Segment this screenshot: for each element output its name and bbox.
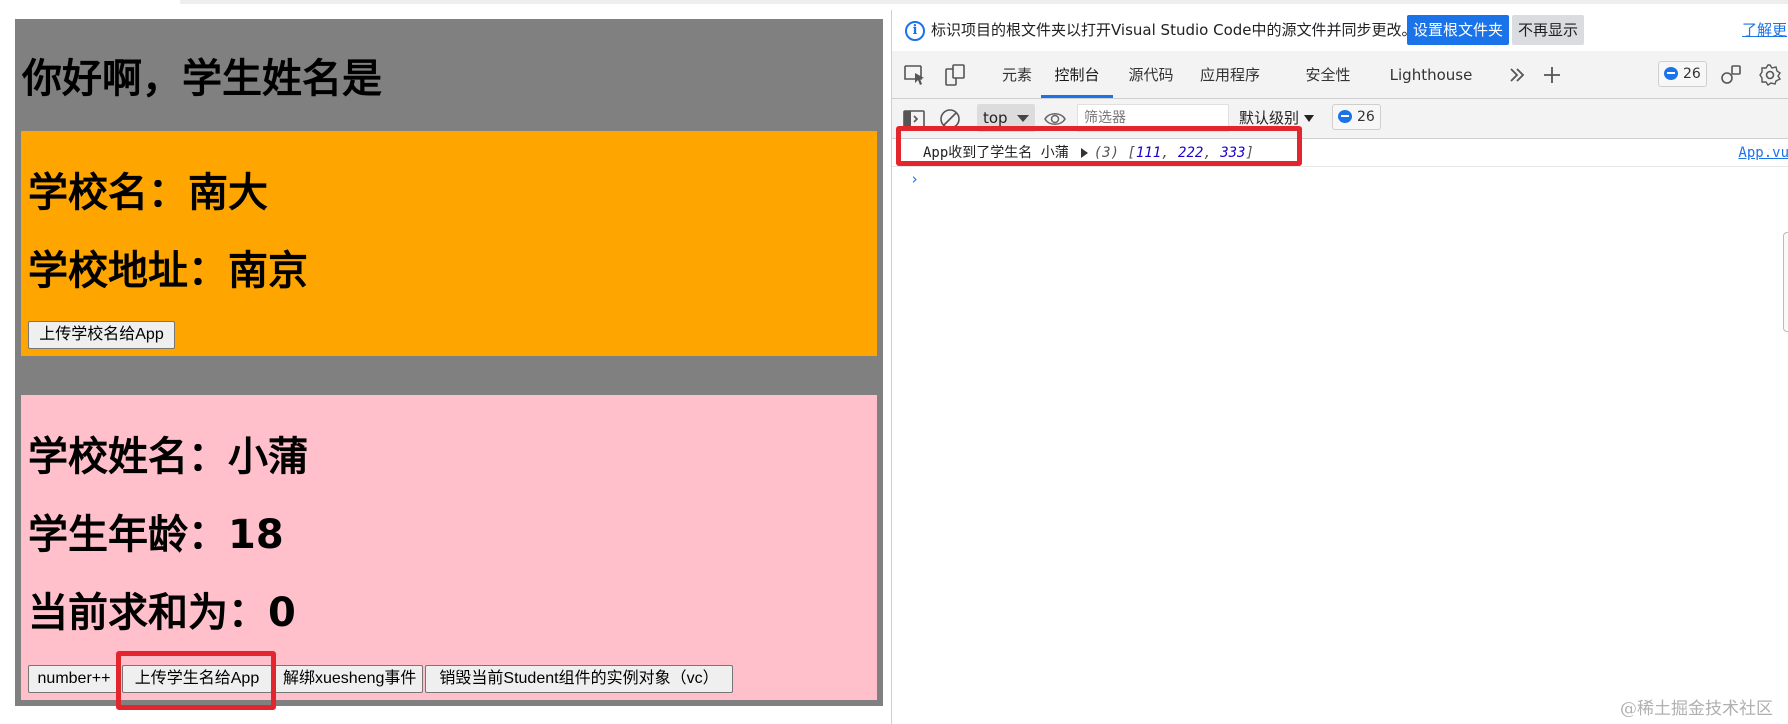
more-tabs-chevron-icon[interactable]: [1505, 63, 1529, 87]
annotation-highlight-console-log: [896, 126, 1302, 166]
current-sum: 当前求和为：0: [28, 590, 296, 636]
student-age: 学生年龄：18: [28, 512, 284, 558]
issues-badge[interactable]: 26: [1658, 61, 1707, 87]
student-name: 学校姓名：小蒲: [28, 434, 308, 480]
tab-lighthouse[interactable]: Lighthouse: [1376, 51, 1486, 98]
dont-show-again-button[interactable]: 不再显示: [1512, 15, 1585, 45]
watermark: @稀土掘金技术社区: [1620, 699, 1773, 719]
console-prompt[interactable]: ›: [910, 170, 919, 188]
inspect-element-icon[interactable]: [903, 63, 927, 87]
context-selector-value: top: [983, 109, 1008, 127]
screen: 你好啊，学生姓名是 学校名：南大 学校地址：南京 上传学校名给App 学校姓名：…: [0, 0, 1788, 724]
tab-sources[interactable]: 源代码: [1118, 51, 1184, 98]
context-dropdown-caret-icon: [1017, 115, 1029, 122]
school-address: 学校地址：南京: [28, 248, 308, 294]
message-bubble-icon: [1338, 110, 1352, 123]
message-bubble-icon: [1664, 67, 1678, 80]
unbind-xuesheng-event-button[interactable]: 解绑xuesheng事件: [274, 665, 423, 693]
greeting-heading: 你好啊，学生姓名是: [22, 56, 382, 102]
log-source-link[interactable]: App.vu: [1738, 144, 1788, 162]
tab-security[interactable]: 安全性: [1292, 51, 1364, 98]
customize-devtools-icon[interactable]: [1719, 63, 1743, 87]
log-level-caret-icon: [1304, 115, 1315, 122]
devtools-panel: i 标识项目的根文件夹以打开Visual Studio Code中的源文件并同步…: [891, 10, 1788, 724]
learn-more-link[interactable]: 了解更: [1742, 19, 1787, 40]
increment-number-button[interactable]: number++: [28, 665, 120, 693]
app-root: 你好啊，学生姓名是 学校名：南大 学校地址：南京 上传学校名给App 学校姓名：…: [15, 19, 883, 706]
console-issues-badge[interactable]: 26: [1332, 104, 1381, 130]
tab-application[interactable]: 应用程序: [1190, 51, 1270, 98]
set-root-folder-button[interactable]: 设置根文件夹: [1407, 15, 1510, 45]
upload-school-name-button[interactable]: 上传学校名给App: [28, 321, 175, 349]
infobar: i 标识项目的根文件夹以打开Visual Studio Code中的源文件并同步…: [892, 10, 1788, 50]
info-icon: i: [905, 21, 925, 41]
issues-count: 26: [1683, 66, 1701, 82]
school-name: 学校名：南大: [28, 170, 268, 216]
browser-top-edge: [180, 0, 1788, 4]
drawer-edge: [1783, 232, 1788, 332]
log-level-value: 默认级别: [1239, 109, 1300, 127]
console-output: App收到了学生名 小蒲 (3) [111, 222, 333] App.vu ›: [892, 140, 1788, 724]
infobar-message: 标识项目的根文件夹以打开Visual Studio Code中的源文件并同步更改…: [931, 21, 1417, 39]
annotation-highlight-upload-button: [116, 651, 276, 710]
settings-gear-icon[interactable]: [1758, 63, 1782, 87]
destroy-student-vc-button[interactable]: 销毁当前Student组件的实例对象（vc）: [425, 665, 733, 693]
tab-console[interactable]: 控制台: [1041, 51, 1113, 98]
console-issues-count: 26: [1357, 109, 1375, 125]
school-component: 学校名：南大 学校地址：南京 上传学校名给App: [21, 131, 877, 356]
tab-elements[interactable]: 元素: [987, 51, 1047, 98]
device-toolbar-icon[interactable]: [943, 63, 967, 87]
add-tab-plus-icon[interactable]: [1540, 63, 1564, 87]
devtools-tabbar: 元素 控制台 源代码 应用程序 安全性 Lighthouse 26: [892, 51, 1788, 99]
